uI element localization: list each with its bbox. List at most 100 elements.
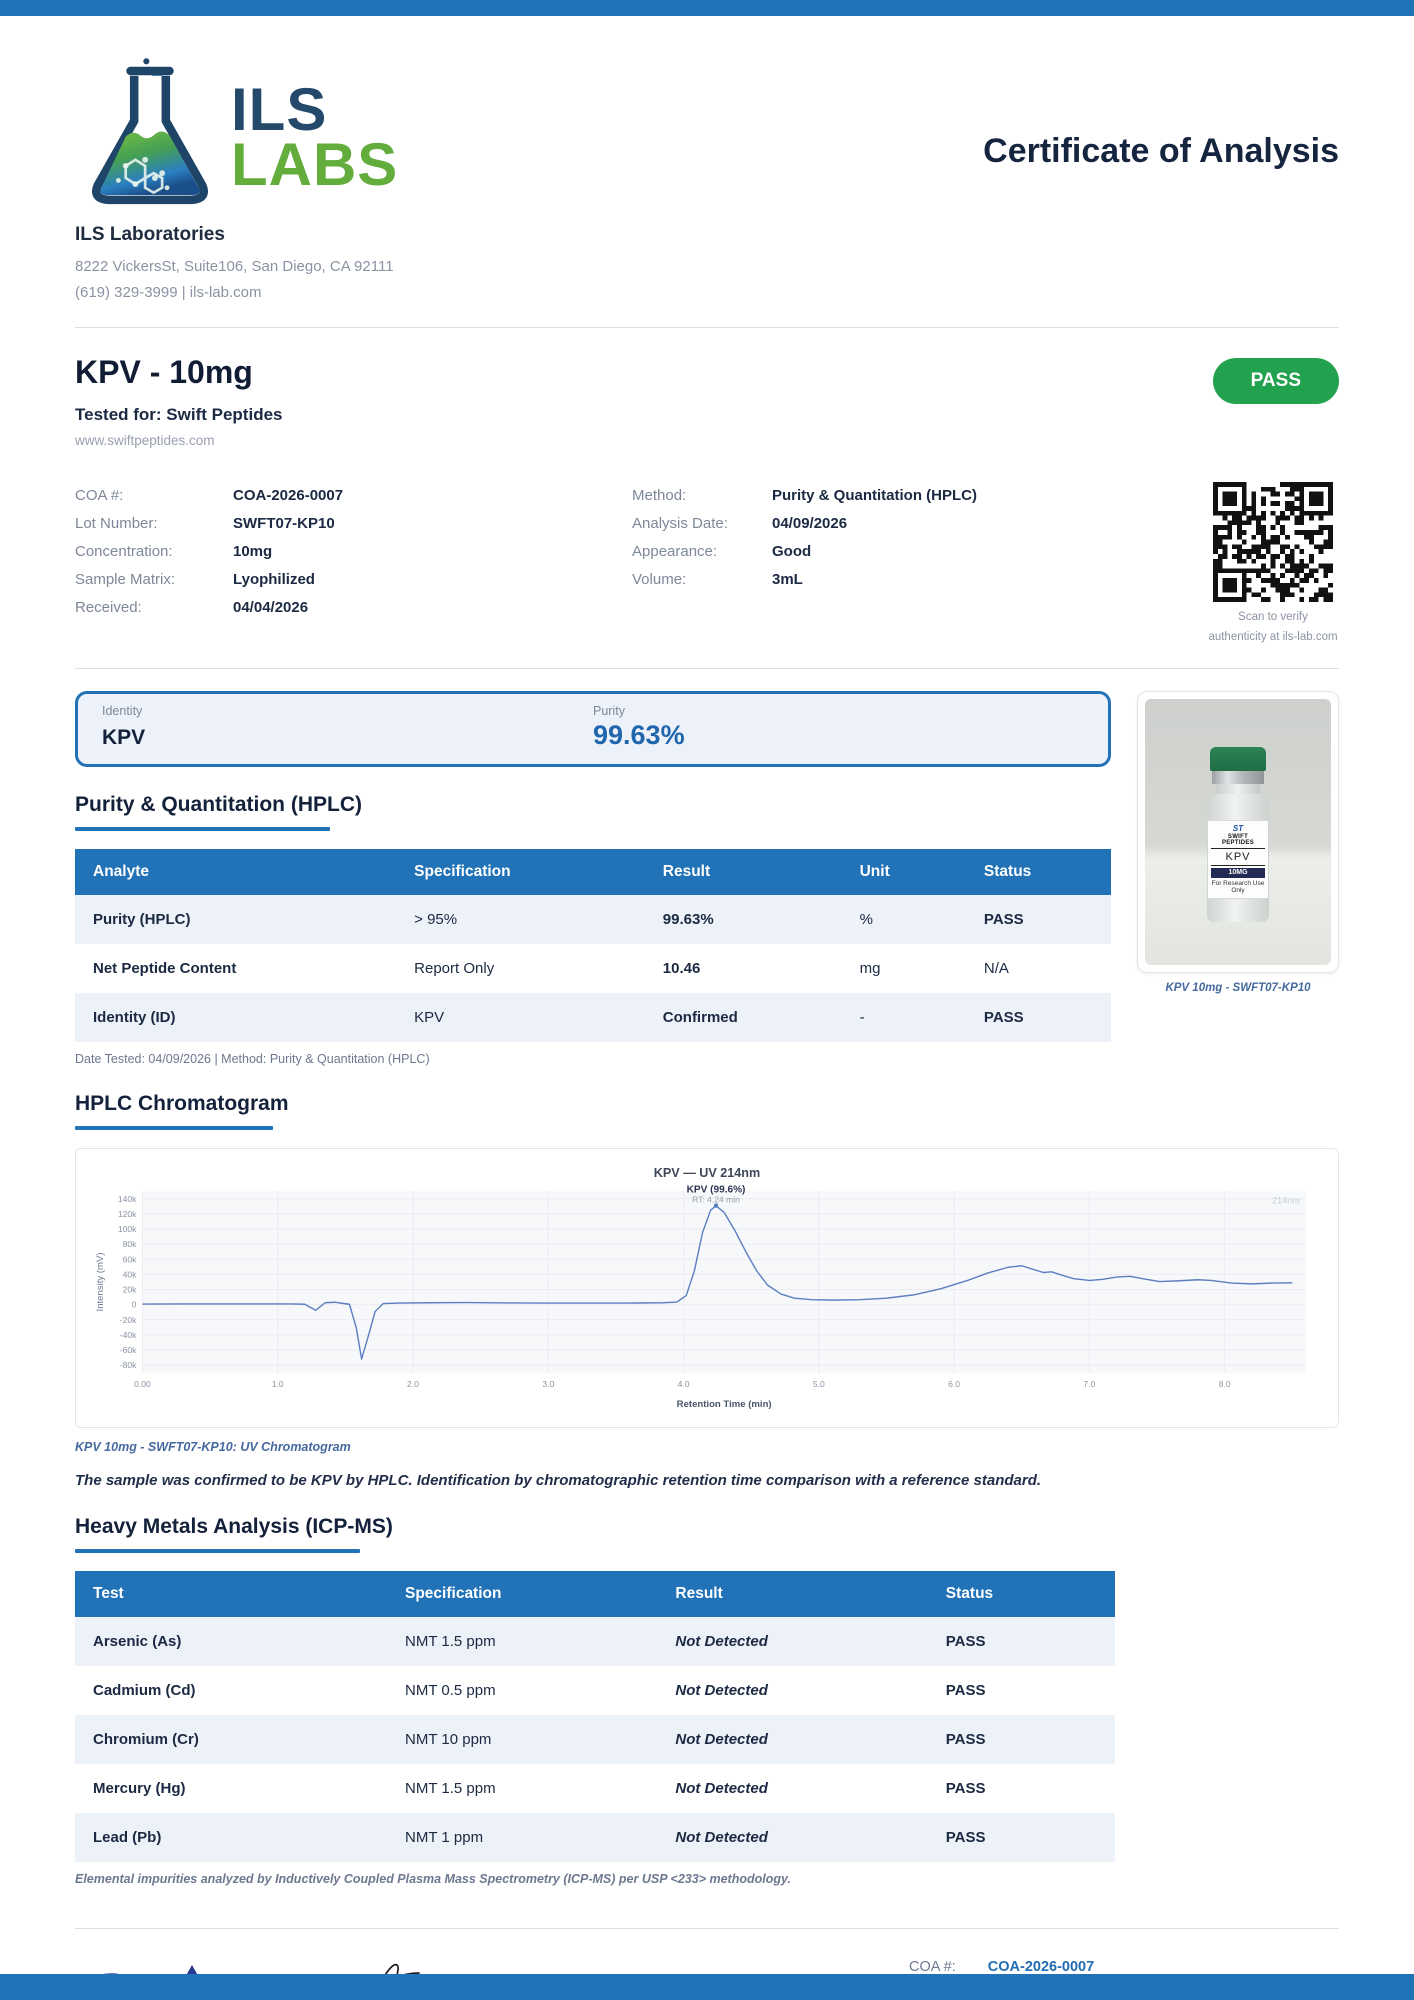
table-cell: 99.63%: [645, 895, 842, 944]
info-label: Method:: [632, 487, 772, 504]
vial-label: ST SWIFT PEPTIDES KPV 10MG For Research …: [1208, 820, 1268, 899]
table-cell: Purity (HPLC): [75, 895, 396, 944]
chromatogram-chart: KPV — UV 214nm214nm-80k-60k-40k-20k020k4…: [90, 1161, 1324, 1415]
info-label: Sample Matrix:: [75, 571, 233, 588]
table-cell: NMT 0.5 ppm: [387, 1666, 657, 1715]
vial-illustration: ST SWIFT PEPTIDES KPV 10MG For Research …: [1203, 747, 1273, 922]
column-header: Status: [928, 1571, 1115, 1617]
column-header: Result: [645, 849, 842, 895]
svg-text:6.0: 6.0: [948, 1379, 960, 1389]
table-cell: NMT 1 ppm: [387, 1813, 657, 1862]
info-column-right: Method:Purity & Quantitation (HPLC) Anal…: [632, 482, 1189, 648]
info-value: SWFT07-KP10: [233, 515, 335, 532]
svg-text:0.00: 0.00: [134, 1379, 151, 1389]
section-underline: [75, 1126, 273, 1130]
svg-text:100k: 100k: [118, 1224, 137, 1234]
svg-text:140k: 140k: [118, 1194, 137, 1204]
sample-info-section: COA #:COA-2026-0007 Lot Number:SWFT07-KP…: [75, 482, 1339, 648]
hplc-footnote: Date Tested: 04/09/2026 | Method: Purity…: [75, 1052, 1111, 1066]
info-row: Concentration:10mg: [75, 538, 632, 566]
qr-caption-2: authenticity at ils-lab.com: [1207, 627, 1339, 648]
column-header: Result: [657, 1571, 927, 1617]
svg-text:7.0: 7.0: [1083, 1379, 1095, 1389]
table-cell: NMT 1.5 ppm: [387, 1617, 657, 1666]
tested-for: Tested for: Swift Peptides: [75, 405, 283, 425]
info-row: Lot Number:SWFT07-KP10: [75, 510, 632, 538]
flask-logo-icon: [75, 54, 225, 206]
info-label: Analysis Date:: [632, 515, 772, 532]
info-column-left: COA #:COA-2026-0007 Lot Number:SWFT07-KP…: [75, 482, 632, 648]
info-label: Appearance:: [632, 543, 772, 560]
vial-note: For Research Use Only: [1208, 880, 1268, 894]
info-row: COA #:COA-2026-0007: [75, 482, 632, 510]
status-cell: PASS: [966, 993, 1111, 1042]
table-cell: %: [842, 895, 966, 944]
status-cell: PASS: [928, 1813, 1115, 1862]
hplc-section-heading: Purity & Quantitation (HPLC): [75, 793, 1111, 817]
lab-name: ILS Laboratories: [75, 224, 1339, 246]
heavy-metals-footnote: Elemental impurities analyzed by Inducti…: [75, 1872, 1115, 1886]
product-title: KPV - 10mg: [75, 354, 283, 391]
svg-text:1.0: 1.0: [272, 1379, 284, 1389]
table-header-row: Test Specification Result Status: [75, 1571, 1115, 1617]
verification-row: COA #: COA-2026-0007: [909, 1959, 1339, 1975]
svg-text:RT: 4.24 min: RT: 4.24 min: [692, 1194, 740, 1204]
vial-crimp: [1212, 771, 1264, 784]
chromatogram-caption: KPV 10mg - SWFT07-KP10: UV Chromatogram: [75, 1440, 1339, 1454]
info-label: Volume:: [632, 571, 772, 588]
svg-text:-40k: -40k: [120, 1330, 137, 1340]
section-underline: [75, 827, 330, 831]
table-row: Identity (ID) KPV Confirmed - PASS: [75, 993, 1111, 1042]
vial-strength: 10MG: [1211, 868, 1265, 878]
product-photo-card: ST SWIFT PEPTIDES KPV 10MG For Research …: [1137, 691, 1339, 973]
vial-product-name: KPV: [1211, 849, 1265, 866]
svg-text:3.0: 3.0: [542, 1379, 554, 1389]
heavy-metals-table: Test Specification Result Status Arsenic…: [75, 1571, 1115, 1862]
vial-cap: [1210, 747, 1266, 771]
info-label: Concentration:: [75, 543, 233, 560]
svg-text:Retention Time (min): Retention Time (min): [677, 1399, 772, 1410]
table-cell: 10.46: [645, 944, 842, 993]
status-cell: N/A: [966, 944, 1111, 993]
top-accent-bar: [0, 0, 1414, 16]
table-cell: Identity (ID): [75, 993, 396, 1042]
vial-body: ST SWIFT PEPTIDES KPV 10MG For Research …: [1207, 794, 1269, 922]
info-row: Sample Matrix:Lyophilized: [75, 566, 632, 594]
svg-text:-20k: -20k: [120, 1315, 137, 1325]
status-cell: PASS: [928, 1764, 1115, 1813]
info-value: Lyophilized: [233, 571, 315, 588]
svg-text:214nm: 214nm: [1272, 1195, 1300, 1205]
table-cell: Not Detected: [657, 1617, 927, 1666]
chromatogram-card: KPV — UV 214nm214nm-80k-60k-40k-20k020k4…: [75, 1148, 1339, 1428]
status-cell: PASS: [928, 1617, 1115, 1666]
info-row: Volume:3mL: [632, 566, 1189, 594]
ils-labs-logo: ILS LABS: [75, 54, 398, 206]
verification-label: COA #:: [909, 1959, 956, 1975]
identification-statement: The sample was confirmed to be KPV by HP…: [75, 1472, 1339, 1489]
svg-text:4.0: 4.0: [678, 1379, 690, 1389]
table-cell: Arsenic (As): [75, 1617, 387, 1666]
table-row: Cadmium (Cd) NMT 0.5 ppm Not Detected PA…: [75, 1666, 1115, 1715]
table-cell: Chromium (Cr): [75, 1715, 387, 1764]
svg-text:-60k: -60k: [120, 1345, 137, 1355]
table-cell: > 95%: [396, 895, 645, 944]
certificate-title: Certificate of Analysis: [983, 132, 1339, 171]
status-cell: PASS: [928, 1715, 1115, 1764]
lab-contact: (619) 329-3999 | ils-lab.com: [75, 280, 1339, 306]
svg-text:0: 0: [132, 1300, 137, 1310]
table-row: Purity (HPLC) > 95% 99.63% % PASS: [75, 895, 1111, 944]
table-row: Mercury (Hg) NMT 1.5 ppm Not Detected PA…: [75, 1764, 1115, 1813]
svg-text:60k: 60k: [123, 1254, 138, 1264]
svg-text:KPV — UV 214nm: KPV — UV 214nm: [654, 1166, 760, 1180]
table-cell: Not Detected: [657, 1813, 927, 1862]
heavy-metals-heading: Heavy Metals Analysis (ICP-MS): [75, 1515, 1115, 1539]
vial-neck: [1216, 784, 1260, 794]
certificate-page: ILS LABS Certificate of Analysis ILS Lab…: [0, 0, 1414, 2000]
svg-text:-80k: -80k: [120, 1360, 137, 1370]
info-value: 10mg: [233, 543, 272, 560]
info-row: Received:04/04/2026: [75, 594, 632, 622]
info-value: 04/09/2026: [772, 515, 847, 532]
svg-text:Intensity (mV): Intensity (mV): [95, 1252, 106, 1311]
table-cell: Confirmed: [645, 993, 842, 1042]
info-label: COA #:: [75, 487, 233, 504]
